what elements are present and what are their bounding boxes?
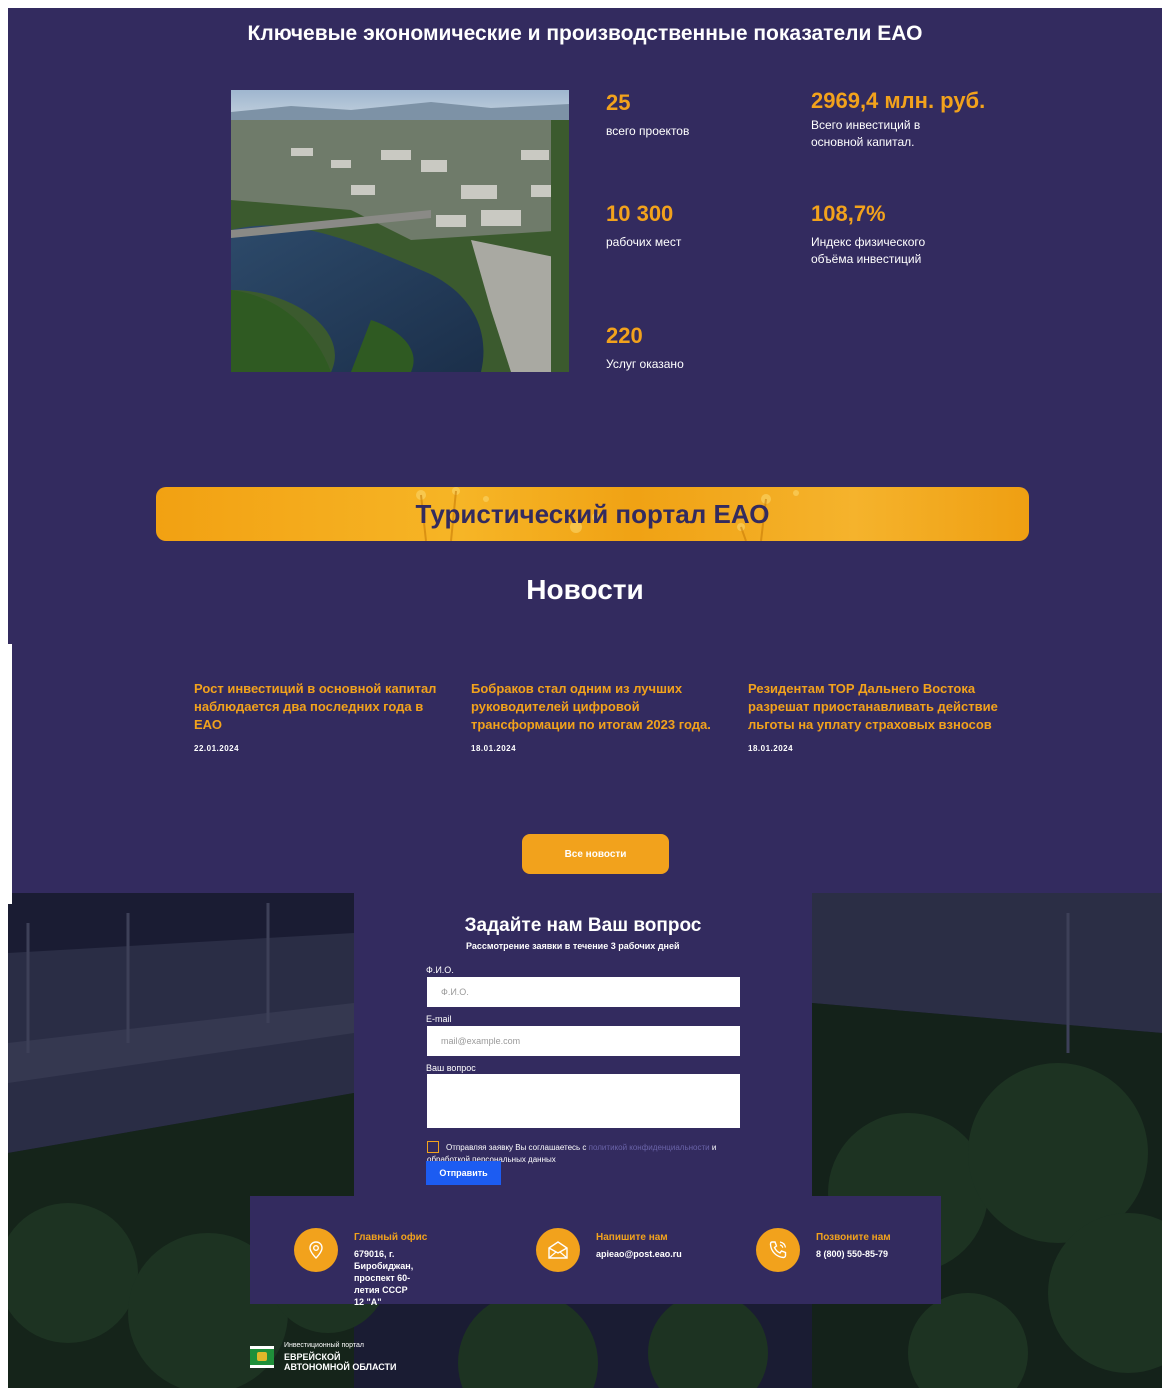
stat-jobs: 10 300 рабочих мест bbox=[606, 201, 681, 251]
edge-divider bbox=[8, 644, 12, 904]
stat-value: 108,7% bbox=[811, 201, 886, 226]
contact-title: Напишите нам bbox=[596, 1232, 668, 1243]
contacts-panel: Главный офис 679016, г. Биробиджан, прос… bbox=[250, 1196, 941, 1307]
stat-label: Услуг оказано bbox=[606, 357, 684, 371]
consent-prefix: Отправляя заявку Вы соглашаетесь с bbox=[446, 1143, 589, 1152]
footer-logo[interactable]: Инвестиционный портал ЕВРЕЙСКОЙ АВТОНОМН… bbox=[250, 1338, 450, 1384]
stats-title: Ключевые экономические и производственны… bbox=[247, 22, 923, 45]
privacy-policy-link[interactable]: политикой конфиденциальности bbox=[589, 1143, 710, 1152]
stat-label: всего проектов bbox=[606, 124, 690, 138]
tourist-portal-banner[interactable]: Туристический портал ЕАО bbox=[156, 487, 1029, 541]
news-title[interactable]: Бобраков стал одним из лучших руководите… bbox=[471, 680, 721, 734]
contact-title: Главный офис bbox=[354, 1232, 428, 1243]
name-input[interactable] bbox=[427, 977, 740, 1007]
name-label: Ф.И.О. bbox=[426, 965, 454, 975]
contact-title: Позвоните нам bbox=[816, 1232, 891, 1243]
news-date: 18.01.2024 bbox=[748, 744, 794, 753]
map-pin-icon bbox=[294, 1228, 338, 1272]
contact-email-address[interactable]: apieao@post.eao.ru bbox=[596, 1248, 682, 1260]
question-textarea[interactable] bbox=[427, 1074, 740, 1128]
city-aerial-photo bbox=[231, 90, 569, 372]
tourist-portal-title: Туристический портал ЕАО bbox=[415, 499, 770, 529]
news-date: 18.01.2024 bbox=[471, 744, 517, 753]
region-flag-icon bbox=[250, 1346, 274, 1368]
news-item[interactable]: Рост инвестиций в основной капитал наблю… bbox=[194, 680, 444, 753]
contact-phone-number[interactable]: 8 (800) 550-85-79 bbox=[816, 1248, 888, 1260]
stat-value: 10 300 bbox=[606, 201, 674, 226]
stat-value: 25 bbox=[606, 90, 631, 115]
stat-label: рабочих мест bbox=[606, 235, 682, 249]
logo-subtitle: Инвестиционный портал bbox=[284, 1342, 365, 1349]
email-label: E-mail bbox=[426, 1014, 452, 1024]
stat-investments: 2969,4 млн. руб. Всего инвестиций в осно… bbox=[811, 88, 1011, 151]
logo-title: ЕВРЕЙСКОЙ АВТОНОМНОЙ ОБЛАСТИ bbox=[284, 1352, 397, 1372]
question-label: Ваш вопрос bbox=[426, 1063, 476, 1073]
news-title[interactable]: Резидентам ТОР Дальнего Востока разрешат… bbox=[748, 680, 998, 734]
contact-address: 679016, г. Биробиджан, проспект 60-летия… bbox=[354, 1249, 414, 1307]
form-title: Задайте нам Ваш вопрос bbox=[464, 915, 702, 936]
envelope-icon bbox=[536, 1228, 580, 1272]
email-input[interactable] bbox=[427, 1026, 740, 1056]
stat-value: 220 bbox=[606, 323, 643, 348]
news-item[interactable]: Бобраков стал одним из лучших руководите… bbox=[471, 680, 721, 753]
stat-investment-index: 108,7% Индекс физического объёма инвести… bbox=[811, 201, 931, 268]
page: Ключевые экономические и производственны… bbox=[8, 8, 1162, 1388]
stat-label: Индекс физического объёма инвестиций bbox=[811, 235, 926, 266]
phone-icon bbox=[756, 1228, 800, 1272]
all-news-button[interactable]: Все новости bbox=[522, 834, 669, 874]
stat-label: Всего инвестиций в основной капитал. bbox=[811, 118, 921, 149]
question-form: Задайте нам Ваш вопрос Рассмотрение заяв… bbox=[354, 893, 812, 1196]
news-title[interactable]: Рост инвестиций в основной капитал наблю… bbox=[194, 680, 444, 734]
form-subtitle: Рассмотрение заявки в течение 3 рабочих … bbox=[466, 941, 680, 951]
stat-services: 220 Услуг оказано bbox=[606, 323, 684, 373]
stat-projects: 25 всего проектов bbox=[606, 90, 689, 140]
news-date: 22.01.2024 bbox=[194, 744, 240, 753]
submit-button[interactable]: Отправить bbox=[426, 1161, 501, 1185]
news-item[interactable]: Резидентам ТОР Дальнего Востока разрешат… bbox=[748, 680, 998, 753]
news-heading: Новости bbox=[526, 574, 644, 605]
stat-value: 2969,4 млн. руб. bbox=[811, 88, 986, 113]
